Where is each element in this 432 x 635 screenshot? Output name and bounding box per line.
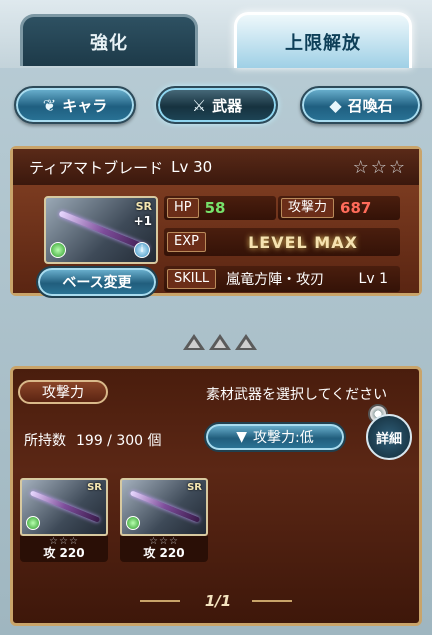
summon-button-label: 召喚石 — [347, 96, 393, 115]
rarity-badge: SR — [187, 482, 202, 493]
material-footer: ☆☆☆ 攻 220 — [120, 536, 208, 562]
triangle-down-icon: ▼ — [236, 429, 248, 445]
skill-name: 嵐竜方陣・攻刃 — [226, 272, 325, 288]
hp-value: 58 — [204, 199, 226, 217]
weapon-header: ティアマトブレード Lv 30 ☆☆☆ — [13, 149, 419, 185]
weapon-level: Lv 30 — [171, 158, 213, 176]
material-thumbnail: SR — [120, 478, 208, 536]
wind-element-icon — [50, 242, 66, 258]
change-base-button[interactable]: ベース変更 — [36, 266, 158, 298]
card-atk: 攻 220 — [43, 546, 85, 560]
crossed-swords-icon: ⚔ — [191, 95, 207, 115]
base-weapon-thumbnail[interactable]: SR +1 i — [44, 196, 158, 264]
weapon-button-label: 武器 — [212, 96, 243, 115]
up-arrow-icon — [183, 334, 205, 350]
atk-value: 687 — [340, 199, 372, 217]
rarity-badge: SR — [87, 482, 102, 493]
wind-element-icon — [126, 516, 140, 530]
wind-element-icon — [26, 516, 40, 530]
sword-icon — [29, 490, 101, 523]
atk-label: 攻撃力 — [281, 198, 335, 218]
up-arrow-icon — [235, 334, 257, 350]
rarity-badge: SR — [135, 200, 152, 213]
material-thumbnail: SR — [20, 478, 108, 536]
character-button-label: キャラ — [62, 96, 108, 115]
exp-label: EXP — [167, 232, 206, 252]
sword-icon — [129, 490, 201, 523]
skill-level: Lv 1 — [358, 271, 388, 287]
sort-button[interactable]: ▼ 攻撃力:低 — [204, 422, 346, 452]
hp-label: HP — [167, 198, 199, 218]
exp-row: EXP LEVEL MAX — [164, 228, 400, 256]
material-card[interactable]: SR ☆☆☆ 攻 220 — [20, 478, 108, 562]
detail-button[interactable]: 詳細 — [366, 414, 412, 460]
plus-badge: +1 — [133, 214, 152, 228]
skill-info-icon: i — [134, 242, 150, 258]
skill-label: SKILL — [167, 269, 217, 289]
owned-label: 所持数 — [24, 433, 66, 449]
up-arrow-icon — [209, 334, 231, 350]
weapon-name: ティアマトブレード — [29, 158, 164, 177]
skill-row: SKILL 嵐竜方陣・攻刃 Lv 1 — [164, 266, 400, 292]
character-button[interactable]: ❦ キャラ — [14, 86, 136, 124]
crystal-icon: ◆ — [329, 95, 342, 115]
category-bar: ❦ キャラ ⚔ 武器 ◆ 召喚石 — [0, 86, 432, 126]
sort-button-label: 攻撃力:低 — [253, 430, 314, 446]
tab-bar: 強化 上限解放 — [0, 0, 432, 68]
level-max-text: LEVEL MAX — [248, 232, 358, 252]
card-atk: 攻 220 — [143, 546, 185, 560]
material-card[interactable]: SR ☆☆☆ 攻 220 — [120, 478, 208, 562]
sort-key-tag: 攻撃力 — [18, 380, 108, 404]
select-material-message: 素材武器を選択してください — [206, 387, 388, 403]
owned-count: 所持数 199 / 300 個 — [24, 430, 162, 450]
tab-enhance[interactable]: 強化 — [20, 14, 198, 66]
uncap-stars: ☆☆☆ — [352, 157, 407, 178]
owned-value: 199 / 300 個 — [76, 433, 162, 449]
pager-ornament-right — [252, 600, 292, 602]
wings-icon: ❦ — [42, 95, 57, 115]
uncap-arrows — [180, 334, 260, 354]
weapon-button[interactable]: ⚔ 武器 — [156, 86, 278, 124]
atk-row: 攻撃力 687 — [278, 196, 400, 220]
summon-button[interactable]: ◆ 召喚石 — [300, 86, 422, 124]
material-footer: ☆☆☆ 攻 220 — [20, 536, 108, 562]
tab-limit-break[interactable]: 上限解放 — [234, 12, 412, 68]
hp-row: HP 58 — [164, 196, 276, 220]
